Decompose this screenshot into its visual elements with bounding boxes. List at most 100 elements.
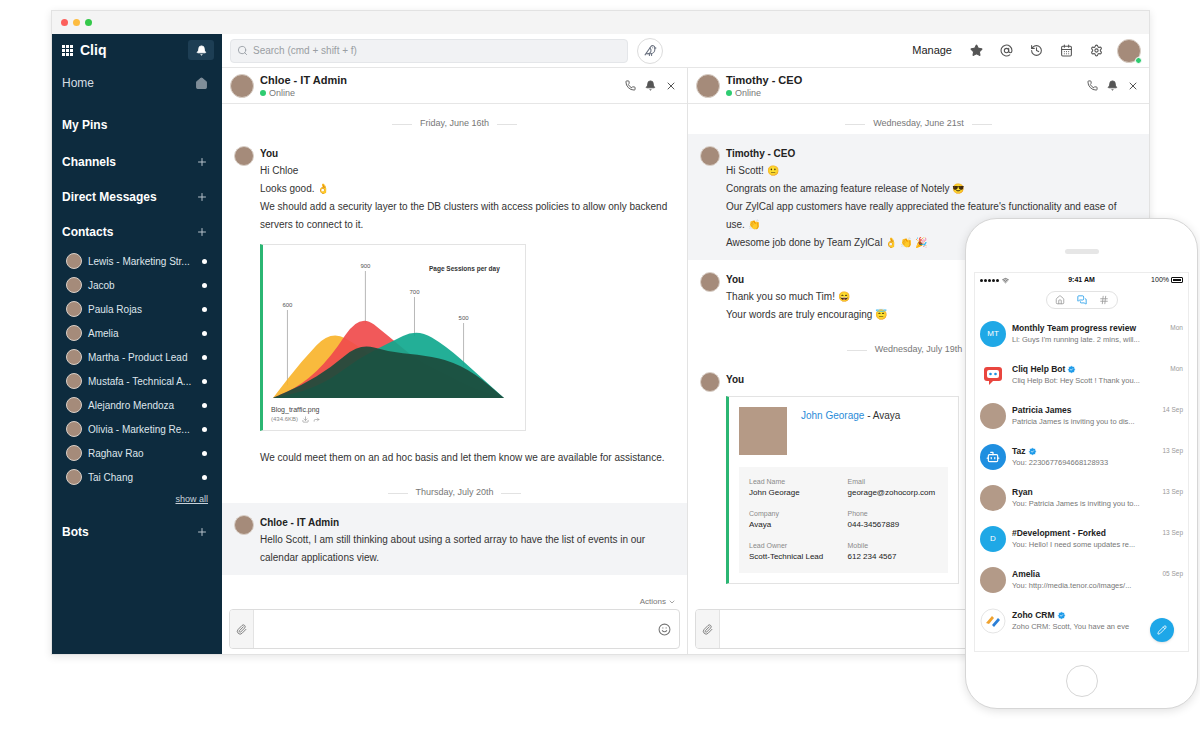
lead-field: CompanyAvaya bbox=[749, 509, 840, 531]
avatar-photo bbox=[66, 397, 82, 413]
conversation-row[interactable]: Cliq Help BotMonCliq Help Bot: Hey Scott… bbox=[975, 354, 1188, 395]
lead-field: Lead OwnerScott-Technical Lead bbox=[749, 541, 840, 563]
bell-icon[interactable] bbox=[1107, 80, 1118, 91]
contact-item[interactable]: Martha - Product Lead bbox=[52, 345, 222, 369]
conversation-date: 05 Sep bbox=[1162, 569, 1183, 579]
sidebar-item[interactable]: Bots bbox=[52, 511, 222, 553]
notifications-button[interactable] bbox=[188, 40, 214, 60]
sidebar-item[interactable]: Home bbox=[52, 66, 222, 100]
add-icon[interactable] bbox=[196, 526, 208, 538]
phone-tab[interactable] bbox=[1077, 295, 1087, 305]
apps-grid-icon[interactable] bbox=[62, 45, 73, 56]
svg-text:500: 500 bbox=[459, 315, 470, 321]
minimize-window-button[interactable] bbox=[73, 19, 80, 26]
calendar-icon[interactable] bbox=[1060, 44, 1073, 57]
conversation-row[interactable]: Taz13 SepYou: 2230677694668128933 bbox=[975, 436, 1188, 477]
message-text: Hello Scott, I am still thinking about u… bbox=[260, 531, 670, 567]
bell-icon[interactable] bbox=[645, 80, 656, 91]
sidebar-item[interactable]: My Pins bbox=[52, 106, 222, 144]
conversation-preview: Patricia James is inviting you to dis... bbox=[1012, 416, 1183, 427]
lead-field: Phone044-34567889 bbox=[848, 509, 939, 531]
contact-item[interactable]: Amelia bbox=[52, 321, 222, 345]
contact-item[interactable]: Paula Rojas bbox=[52, 297, 222, 321]
search-field[interactable] bbox=[230, 39, 628, 63]
user-avatar[interactable] bbox=[1117, 39, 1141, 63]
close-window-button[interactable] bbox=[61, 19, 68, 26]
avatar-photo bbox=[700, 146, 720, 166]
avatar-photo bbox=[980, 403, 1006, 429]
share-icon[interactable] bbox=[313, 416, 320, 423]
phone-icon[interactable] bbox=[1087, 80, 1098, 91]
status-dot bbox=[202, 283, 207, 288]
conversation-title: Zoho CRM bbox=[1012, 609, 1055, 621]
chat-pane: Chloe - IT Admin Online Friday, June 16thY… bbox=[222, 68, 688, 654]
mention-icon[interactable] bbox=[1000, 44, 1013, 57]
conversation-row[interactable]: Patricia James14 SepPatricia James is in… bbox=[975, 395, 1188, 436]
date-divider: Wednesday, June 21st bbox=[688, 114, 1149, 134]
sender-name: Chloe - IT Admin bbox=[260, 515, 675, 531]
phone-icon[interactable] bbox=[625, 80, 636, 91]
add-icon[interactable] bbox=[196, 226, 208, 238]
phone-tab[interactable] bbox=[1099, 295, 1109, 305]
conversation-row[interactable]: Ryan13 SepYou: Patricia James is invitin… bbox=[975, 477, 1188, 518]
attach-button[interactable] bbox=[230, 610, 254, 648]
show-all-link[interactable]: show all bbox=[175, 493, 208, 507]
actions-menu[interactable]: Actions bbox=[640, 596, 666, 608]
close-icon[interactable] bbox=[665, 80, 677, 92]
sidebar-item[interactable]: Direct Messages bbox=[52, 179, 222, 214]
lead-link[interactable]: John Georage bbox=[801, 410, 864, 421]
search-input[interactable] bbox=[253, 43, 621, 58]
manage-button[interactable]: Manage bbox=[912, 42, 952, 59]
lead-card[interactable]: John Georage - AvayaLead NameJohn Georag… bbox=[726, 396, 959, 584]
conversation-row[interactable]: MTMonthly Team progress reviewMonLi: Guy… bbox=[975, 313, 1188, 354]
star-icon[interactable] bbox=[970, 44, 983, 57]
compose-button[interactable] bbox=[1150, 618, 1174, 642]
avatar-photo bbox=[700, 272, 720, 292]
conversation-row[interactable]: Amelia05 SepYou: http://media.tenor.co/i… bbox=[975, 559, 1188, 600]
contact-item[interactable]: Alejandro Mendoza bbox=[52, 393, 222, 417]
conversation-date: 13 Sep bbox=[1162, 487, 1183, 497]
signal-dot bbox=[992, 279, 995, 282]
verified-icon bbox=[1028, 447, 1037, 456]
bot-button[interactable] bbox=[637, 38, 663, 64]
window-title-bar bbox=[52, 11, 1149, 34]
contact-item[interactable]: Lewis - Marketing Str... bbox=[52, 249, 222, 273]
area-chart: Page Sessions per day600900700500 bbox=[271, 253, 506, 403]
sidebar-item[interactable]: Channels bbox=[52, 144, 222, 179]
home-icon bbox=[1055, 295, 1065, 305]
contact-item[interactable]: Raghav Rao bbox=[52, 441, 222, 465]
attach-button[interactable] bbox=[696, 610, 720, 648]
avatar-photo bbox=[234, 146, 254, 166]
add-icon[interactable] bbox=[196, 156, 208, 168]
history-icon[interactable] bbox=[1030, 44, 1043, 57]
message-text: Hi Chloe bbox=[260, 162, 670, 180]
contact-item[interactable]: Tai Chang bbox=[52, 465, 222, 489]
chevron-down-icon[interactable] bbox=[668, 598, 676, 606]
close-icon[interactable] bbox=[1127, 80, 1139, 92]
contact-item[interactable]: Jacob bbox=[52, 273, 222, 297]
status-dot bbox=[202, 355, 207, 360]
image-attachment[interactable]: Page Sessions per day600900700500Blog_tr… bbox=[260, 244, 526, 431]
status-dot bbox=[202, 403, 207, 408]
phone-home-button[interactable] bbox=[1066, 665, 1098, 697]
message: YouHi ChloeLooks good. 👌We should add a … bbox=[222, 134, 687, 475]
download-icon[interactable] bbox=[302, 416, 309, 423]
gear-icon[interactable] bbox=[1090, 44, 1103, 57]
chats-icon bbox=[1077, 295, 1087, 305]
emoji-icon[interactable] bbox=[658, 623, 671, 636]
conversation-row[interactable]: D#Development - Forked13 SepYou: Hello! … bbox=[975, 518, 1188, 559]
contact-item[interactable]: Mustafa - Technical A... bbox=[52, 369, 222, 393]
bell-icon bbox=[196, 45, 207, 56]
chat-status: Online bbox=[269, 87, 295, 99]
date-divider: Friday, June 16th bbox=[222, 114, 687, 134]
message-list: Friday, June 16thYouHi ChloeLooks good. … bbox=[222, 104, 687, 595]
top-bar: Manage bbox=[222, 34, 1149, 68]
contact-item[interactable]: Olivia - Marketing Re... bbox=[52, 417, 222, 441]
sidebar-item[interactable]: Contacts bbox=[52, 214, 222, 249]
add-icon[interactable] bbox=[196, 191, 208, 203]
verified-icon bbox=[1057, 611, 1066, 620]
message-input[interactable] bbox=[254, 610, 650, 648]
chat-title: Timothy - CEO bbox=[726, 73, 1081, 87]
phone-tab[interactable] bbox=[1055, 295, 1065, 305]
zoom-window-button[interactable] bbox=[85, 19, 92, 26]
